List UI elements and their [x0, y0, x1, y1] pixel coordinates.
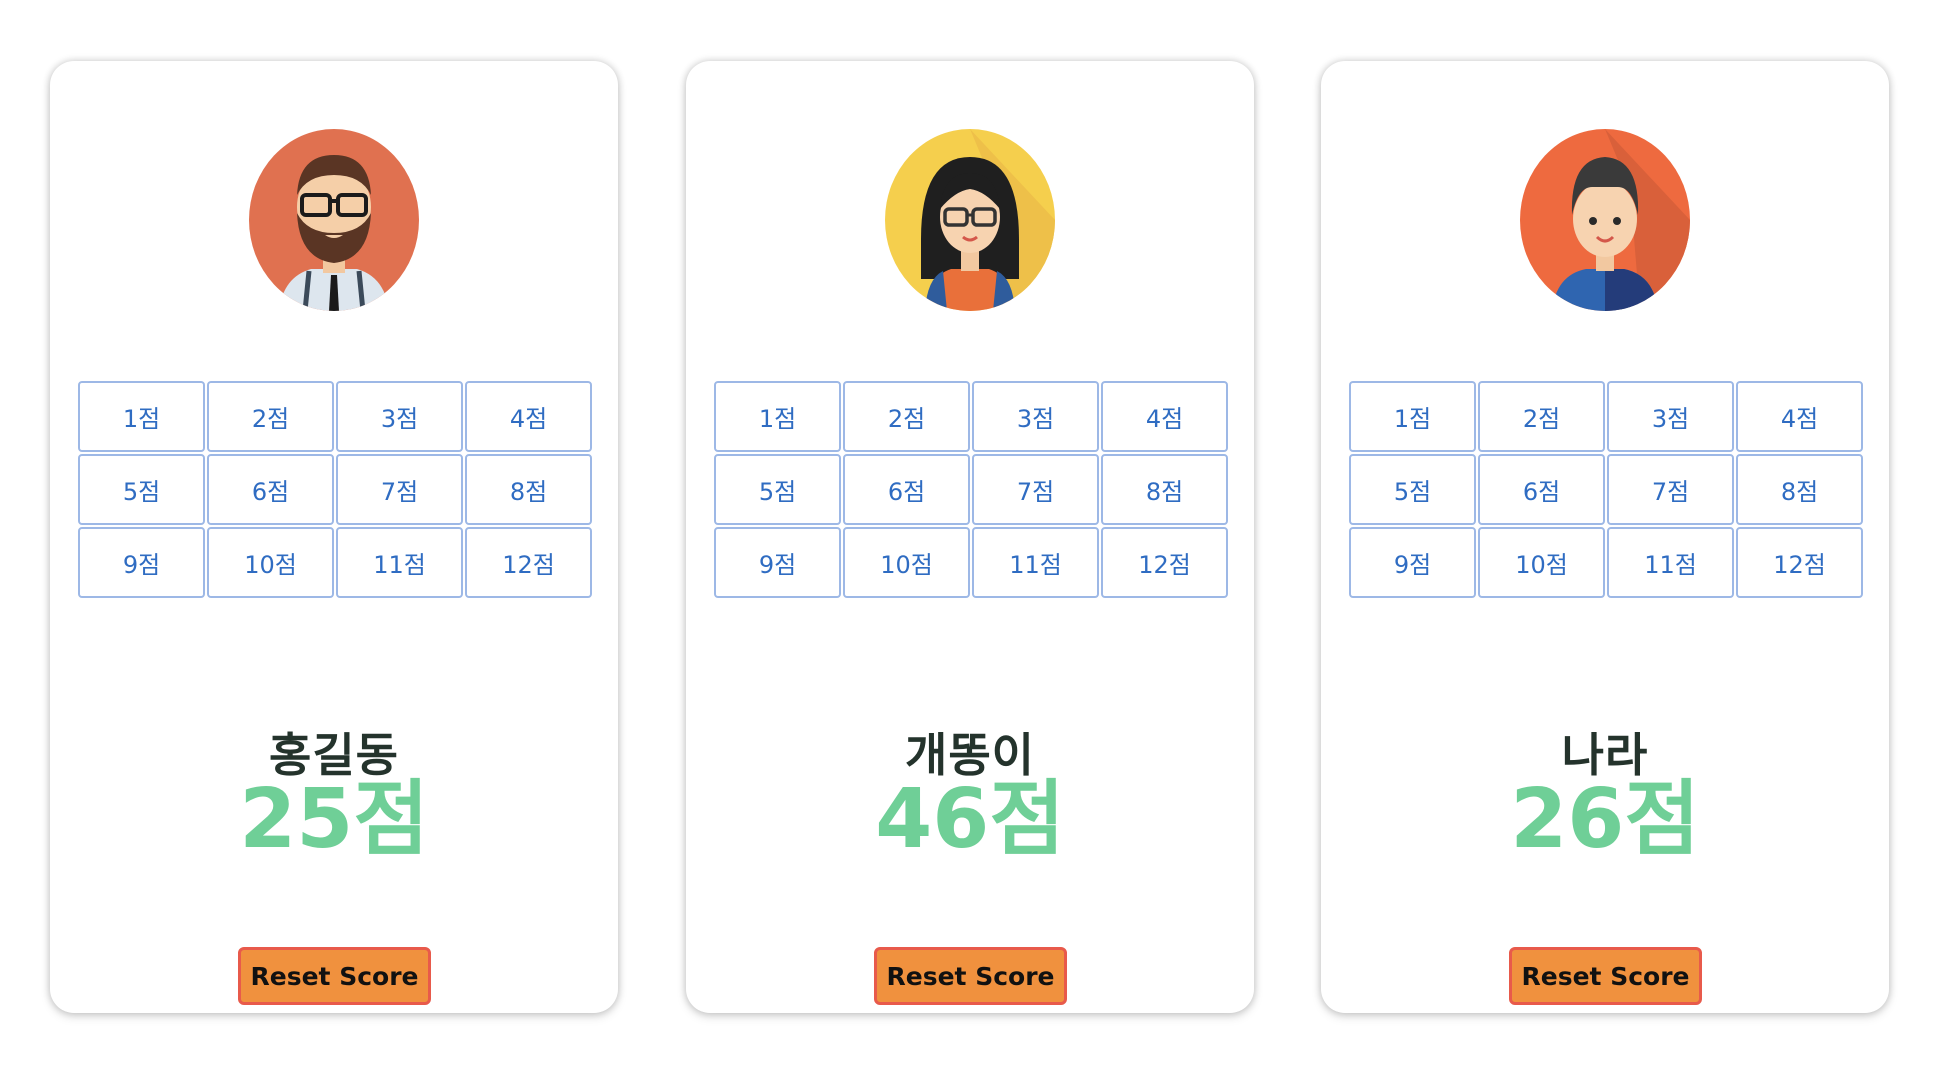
score-button-grid: 1점 2점 3점 4점 5점 6점 7점 8점 9점 10점 11점 12점	[714, 381, 1228, 598]
add-5-points-button[interactable]: 5점	[78, 454, 205, 525]
score-button-grid: 1점 2점 3점 4점 5점 6점 7점 8점 9점 10점 11점 12점	[1349, 381, 1863, 598]
player-score: 25점	[239, 772, 429, 867]
add-7-points-button[interactable]: 7점	[1607, 454, 1734, 525]
add-9-points-button[interactable]: 9점	[1349, 527, 1476, 598]
player-card: 1점 2점 3점 4점 5점 6점 7점 8점 9점 10점 11점 12점 개…	[686, 61, 1254, 1013]
add-6-points-button[interactable]: 6점	[1478, 454, 1605, 525]
add-10-points-button[interactable]: 10점	[207, 527, 334, 598]
add-1-point-button[interactable]: 1점	[1349, 381, 1476, 452]
boy-avatar-icon	[1520, 129, 1690, 311]
add-10-points-button[interactable]: 10점	[843, 527, 970, 598]
scoreboard: 1점 2점 3점 4점 5점 6점 7점 8점 9점 10점 11점 12점 홍…	[0, 0, 1944, 1080]
add-9-points-button[interactable]: 9점	[714, 527, 841, 598]
player-score: 26점	[1510, 772, 1700, 867]
add-12-points-button[interactable]: 12점	[1736, 527, 1863, 598]
player-card: 1점 2점 3점 4점 5점 6점 7점 8점 9점 10점 11점 12점 나…	[1321, 61, 1889, 1013]
add-7-points-button[interactable]: 7점	[336, 454, 463, 525]
player-card: 1점 2점 3점 4점 5점 6점 7점 8점 9점 10점 11점 12점 홍…	[50, 61, 618, 1013]
add-11-points-button[interactable]: 11점	[1607, 527, 1734, 598]
add-8-points-button[interactable]: 8점	[465, 454, 592, 525]
add-8-points-button[interactable]: 8점	[1736, 454, 1863, 525]
add-5-points-button[interactable]: 5점	[1349, 454, 1476, 525]
reset-score-button[interactable]: Reset Score	[874, 947, 1067, 1005]
add-2-points-button[interactable]: 2점	[207, 381, 334, 452]
add-7-points-button[interactable]: 7점	[972, 454, 1099, 525]
add-2-points-button[interactable]: 2점	[843, 381, 970, 452]
score-button-grid: 1점 2점 3점 4점 5점 6점 7점 8점 9점 10점 11점 12점	[78, 381, 592, 598]
add-3-points-button[interactable]: 3점	[336, 381, 463, 452]
reset-score-button[interactable]: Reset Score	[1509, 947, 1702, 1005]
add-6-points-button[interactable]: 6점	[843, 454, 970, 525]
add-4-points-button[interactable]: 4점	[465, 381, 592, 452]
add-12-points-button[interactable]: 12점	[1101, 527, 1228, 598]
woman-glasses-avatar-icon	[885, 129, 1055, 311]
add-11-points-button[interactable]: 11점	[336, 527, 463, 598]
reset-score-button[interactable]: Reset Score	[238, 947, 431, 1005]
add-8-points-button[interactable]: 8점	[1101, 454, 1228, 525]
add-10-points-button[interactable]: 10점	[1478, 527, 1605, 598]
add-2-points-button[interactable]: 2점	[1478, 381, 1605, 452]
add-1-point-button[interactable]: 1점	[714, 381, 841, 452]
add-5-points-button[interactable]: 5점	[714, 454, 841, 525]
add-1-point-button[interactable]: 1점	[78, 381, 205, 452]
bearded-man-avatar-icon	[249, 129, 419, 311]
add-9-points-button[interactable]: 9점	[78, 527, 205, 598]
add-4-points-button[interactable]: 4점	[1736, 381, 1863, 452]
add-11-points-button[interactable]: 11점	[972, 527, 1099, 598]
add-3-points-button[interactable]: 3점	[972, 381, 1099, 452]
add-4-points-button[interactable]: 4점	[1101, 381, 1228, 452]
player-score: 46점	[875, 772, 1065, 867]
add-3-points-button[interactable]: 3점	[1607, 381, 1734, 452]
add-6-points-button[interactable]: 6점	[207, 454, 334, 525]
add-12-points-button[interactable]: 12점	[465, 527, 592, 598]
